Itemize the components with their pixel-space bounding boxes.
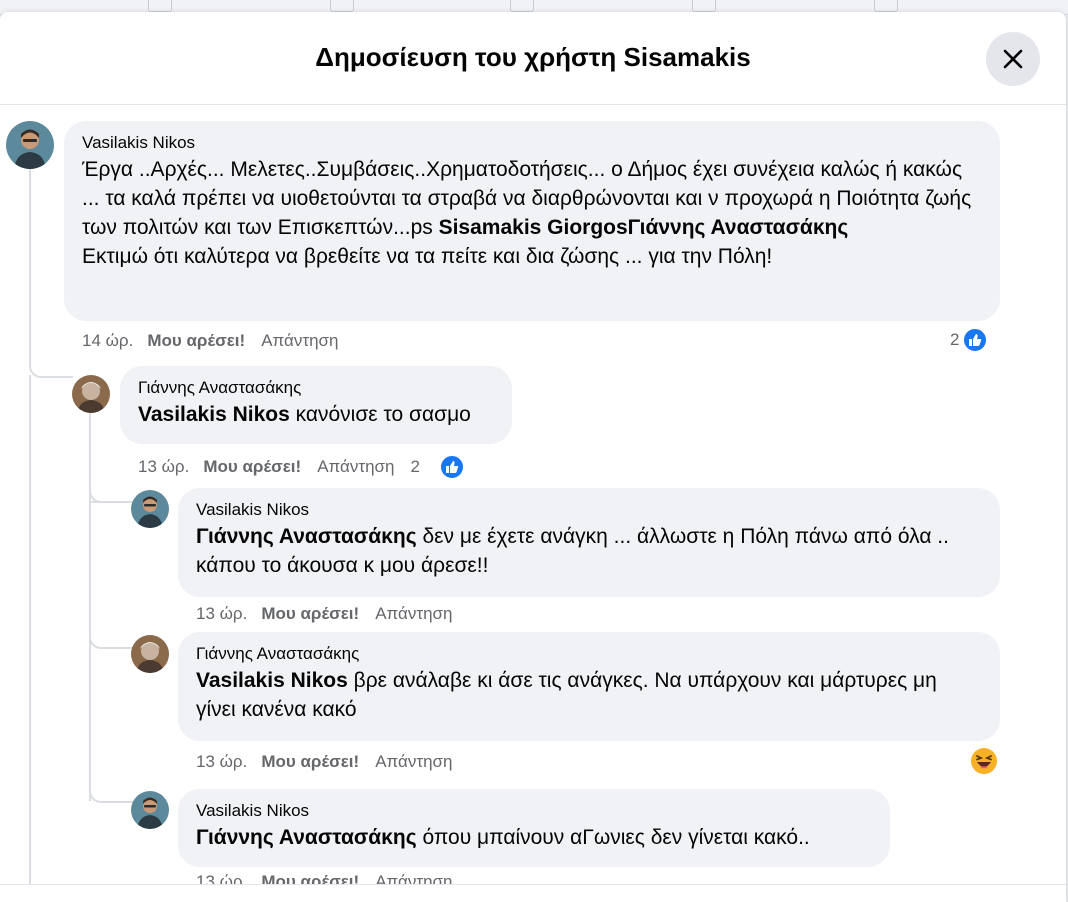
mention-link[interactable]: Γιάννης Αναστασάκης (196, 826, 417, 849)
like-reaction-icon (438, 454, 465, 480)
reply-button[interactable]: Απάντηση (317, 457, 394, 477)
comment-text: Έργα ..Αρχές... Μελετες..Συμβάσεις..Χρημ… (82, 155, 982, 271)
reaction-count: 2 (410, 457, 420, 476)
ghost-icon (510, 0, 534, 12)
avatar[interactable] (131, 490, 169, 528)
comment-text: Γιάννης Αναστασάκης δεν με έχετε ανάγκη … (196, 522, 982, 580)
thread-connector (89, 631, 133, 649)
comment-author[interactable]: Vasilakis Nikos (196, 801, 872, 821)
thread-connector (89, 485, 133, 503)
comment-text: Vasilakis Nikos κανόνισε το σασμο (138, 400, 494, 429)
comment-bubble: Vasilakis Nikos Γιάννης Αναστασάκης δεν … (178, 488, 1000, 597)
comment-bubble: Γιάννης Αναστασάκης Vasilakis Nikos κανό… (120, 366, 512, 444)
close-button[interactable] (986, 32, 1040, 86)
comment-author[interactable]: Γιάννης Αναστασάκης (138, 378, 494, 398)
avatar[interactable] (131, 635, 169, 673)
comment-author[interactable]: Γιάννης Αναστασάκης (196, 644, 982, 664)
modal-header: Δημοσίευση του χρήστη Sisamakis (0, 12, 1066, 105)
reply-button[interactable]: Απάντηση (261, 331, 338, 351)
comment-meta: 13 ώρ. Μου αρέσει! Απάντηση 2 (138, 454, 497, 480)
like-reaction-icon (962, 327, 989, 353)
comment-bubble: Vasilakis Nikos Έργα ..Αρχές... Μελετες.… (64, 121, 1000, 321)
like-button[interactable]: Μου αρέσει! (147, 331, 245, 351)
avatar-image (6, 121, 54, 169)
avatar[interactable] (72, 375, 110, 413)
modal-title: Δημοσίευση του χρήστη Sisamakis (315, 42, 751, 72)
thread-line (89, 501, 91, 647)
thread-connector (89, 785, 133, 803)
avatar-image (131, 635, 169, 673)
mention-link[interactable]: Sisamakis GiorgosΓιάννης Αναστασάκης (439, 216, 849, 239)
post-modal: Δημοσίευση του χρήστη Sisamakis Vasilaki… (0, 12, 1066, 902)
comment-time[interactable]: 13 ώρ. (196, 752, 247, 772)
like-button[interactable]: Μου αρέσει! (261, 752, 359, 772)
comment-text-part: όπου μπαίνουν αΓωνιες δεν γίνεται κακό.. (416, 826, 810, 849)
reaction-summary[interactable] (970, 747, 998, 775)
close-icon (1003, 49, 1023, 69)
comment-author[interactable]: Vasilakis Nikos (196, 500, 982, 520)
mention-link[interactable]: Vasilakis Nikos (138, 403, 290, 426)
comment-meta: 13 ώρ. Μου αρέσει! Απάντηση (196, 752, 468, 772)
comment-text-part: κανόνισε το σασμο (289, 403, 471, 426)
reply-button[interactable]: Απάντηση (375, 604, 452, 624)
laughing-reaction-icon (971, 748, 997, 774)
thread-line (89, 647, 91, 801)
ghost-icon (874, 0, 898, 12)
reply-button[interactable]: Απάντηση (375, 752, 452, 772)
comment-text: Vasilakis Nikos βρε ανάλαβε κι άσε τις α… (196, 666, 982, 724)
avatar-image (131, 791, 169, 829)
comment-meta: 13 ώρ. Μου αρέσει! Απάντηση (196, 604, 468, 624)
comment-bubble: Vasilakis Nikos Γιάννης Αναστασάκης όπου… (178, 789, 890, 867)
avatar-image (131, 490, 169, 528)
reaction-count: 2 (950, 330, 960, 349)
mention-link[interactable]: Vasilakis Nikos (196, 669, 348, 692)
reaction-summary[interactable]: 2 (410, 454, 480, 480)
comment-time[interactable]: 13 ώρ. (138, 457, 189, 477)
mention-link[interactable]: Γιάννης Αναστασάκης (196, 525, 417, 548)
comment-text-part: Εκτιμώ ότι καλύτερα να βρεθείτε να τα πε… (82, 245, 773, 268)
avatar[interactable] (6, 121, 54, 169)
comment-bubble: Γιάννης Αναστασάκης Vasilakis Nikos βρε … (178, 632, 1000, 741)
thread-line (29, 375, 31, 885)
ghost-icon (148, 0, 172, 12)
comment-text: Γιάννης Αναστασάκης όπου μπαίνουν αΓωνιε… (196, 823, 872, 852)
reaction-summary[interactable]: 2 (950, 327, 989, 353)
avatar-image (72, 375, 110, 413)
comment-author[interactable]: Vasilakis Nikos (82, 133, 982, 153)
ghost-icon (692, 0, 716, 12)
modal-footer (0, 884, 1066, 902)
comment-time[interactable]: 14 ώρ. (82, 331, 133, 351)
avatar[interactable] (131, 791, 169, 829)
comments-list: Vasilakis Nikos Έργα ..Αρχές... Μελετες.… (0, 105, 1066, 891)
ghost-icon (330, 0, 354, 12)
like-button[interactable]: Μου αρέσει! (261, 604, 359, 624)
comment-time[interactable]: 13 ώρ. (196, 604, 247, 624)
comment-meta: 14 ώρ. Μου αρέσει! Απάντηση (82, 331, 354, 351)
like-button[interactable]: Μου αρέσει! (203, 457, 301, 477)
